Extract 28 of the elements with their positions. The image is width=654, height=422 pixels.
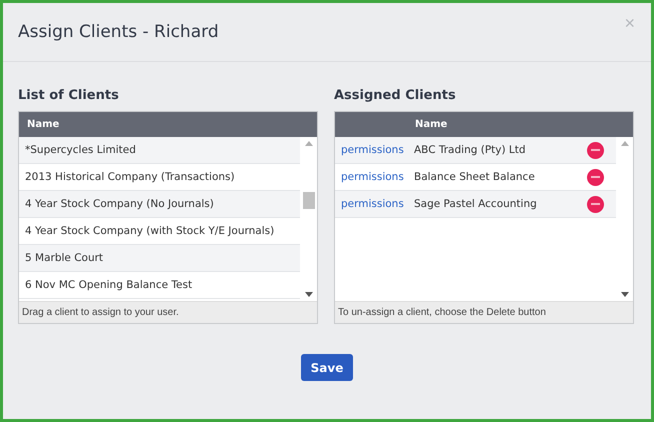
client-name: Sage Pastel Accounting — [414, 198, 538, 210]
delete-button[interactable] — [587, 196, 604, 212]
save-button[interactable]: Save — [301, 354, 353, 381]
table-hint: To un-assign a client, choose the Delete button — [335, 301, 633, 323]
column-header: Name — [414, 119, 448, 130]
minus-icon — [591, 149, 600, 151]
delete-button[interactable] — [587, 142, 604, 158]
minus-icon — [591, 176, 600, 178]
client-name: ABC Trading (Pty) Ltd — [414, 144, 527, 156]
client-row[interactable]: 4 Year Stock Company (No Journals) — [19, 191, 300, 218]
scrollbar-thumb[interactable] — [302, 192, 314, 208]
scroll-up-icon[interactable] — [304, 141, 312, 146]
scroll-down-icon[interactable] — [304, 292, 312, 297]
client-row[interactable]: 5 Marble Court — [19, 245, 300, 272]
section-heading: Assigned Clients — [334, 88, 457, 103]
section-heading: List of Clients — [18, 88, 120, 103]
client-row[interactable]: *Supercycles Limited — [19, 137, 300, 164]
dialog-title: Assign Clients - Richard — [18, 22, 219, 42]
scroll-down-icon[interactable] — [620, 292, 628, 297]
table-hint: Drag a client to assign to your user. — [19, 301, 317, 323]
scroll-up-icon[interactable] — [620, 141, 628, 146]
minus-icon — [591, 203, 600, 205]
permissions-link[interactable]: permissions — [341, 198, 414, 210]
column-header: Name — [26, 119, 60, 130]
client-name: Balance Sheet Balance — [414, 171, 536, 183]
permissions-link[interactable]: permissions — [341, 144, 414, 156]
permissions-link[interactable]: permissions — [341, 171, 414, 183]
delete-button[interactable] — [587, 168, 604, 186]
